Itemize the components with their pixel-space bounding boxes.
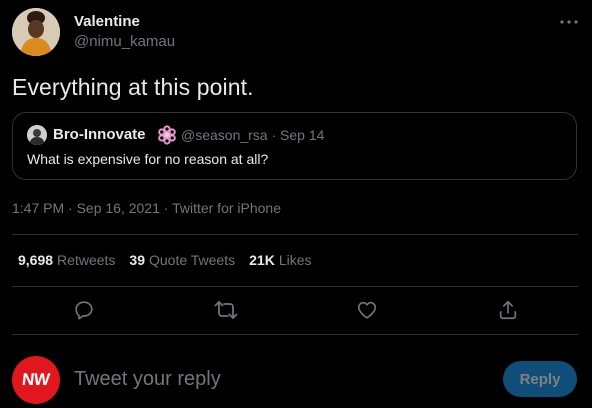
quotes-label: Quote Tweets: [148, 252, 236, 268]
more-icon[interactable]: [556, 12, 582, 32]
tweet-timestamp[interactable]: 1:47 PM · Sep 16, 2021 · Twitter for iPh…: [12, 200, 281, 216]
retweet-icon[interactable]: [214, 298, 238, 322]
divider: [12, 234, 578, 235]
quotes-count: 39: [129, 252, 145, 268]
divider: [12, 334, 578, 335]
author-avatar[interactable]: [12, 8, 60, 56]
retweets-count: 9,698: [18, 252, 54, 268]
quoted-tweet[interactable]: Bro-Innovate @season_rsa · Sep 14 What i…: [12, 112, 577, 180]
share-icon[interactable]: [496, 298, 520, 322]
divider: [12, 286, 578, 287]
reply-button[interactable]: Reply: [503, 361, 577, 397]
retweets-stat[interactable]: 9,698 Retweets: [18, 252, 115, 268]
author-name[interactable]: Valentine: [74, 13, 140, 30]
tweet-text: Everything at this point.: [12, 74, 254, 100]
quoted-text: What is expensive for no reason at all?: [27, 151, 269, 167]
reply-icon[interactable]: [72, 298, 96, 322]
current-user-avatar-text: NW: [21, 370, 51, 389]
author-handle[interactable]: @nimu_kamau: [74, 33, 175, 50]
reply-input[interactable]: [74, 364, 474, 394]
tweet-stats: 9,698 Retweets 39 Quote Tweets 21K Likes: [18, 252, 326, 268]
quote-tweets-stat[interactable]: 39 Quote Tweets: [129, 252, 235, 268]
likes-stat[interactable]: 21K Likes: [249, 252, 311, 268]
retweets-label: Retweets: [57, 252, 116, 268]
like-icon[interactable]: [355, 298, 379, 322]
flower-icon: [157, 125, 177, 145]
current-user-avatar[interactable]: NW: [12, 356, 60, 404]
likes-label: Likes: [278, 252, 312, 268]
likes-count: 21K: [249, 252, 275, 268]
quoted-meta: @season_rsa · Sep 14: [181, 127, 325, 143]
quoted-author-name: Bro-Innovate: [53, 126, 146, 143]
quoted-author-avatar: [27, 125, 47, 145]
